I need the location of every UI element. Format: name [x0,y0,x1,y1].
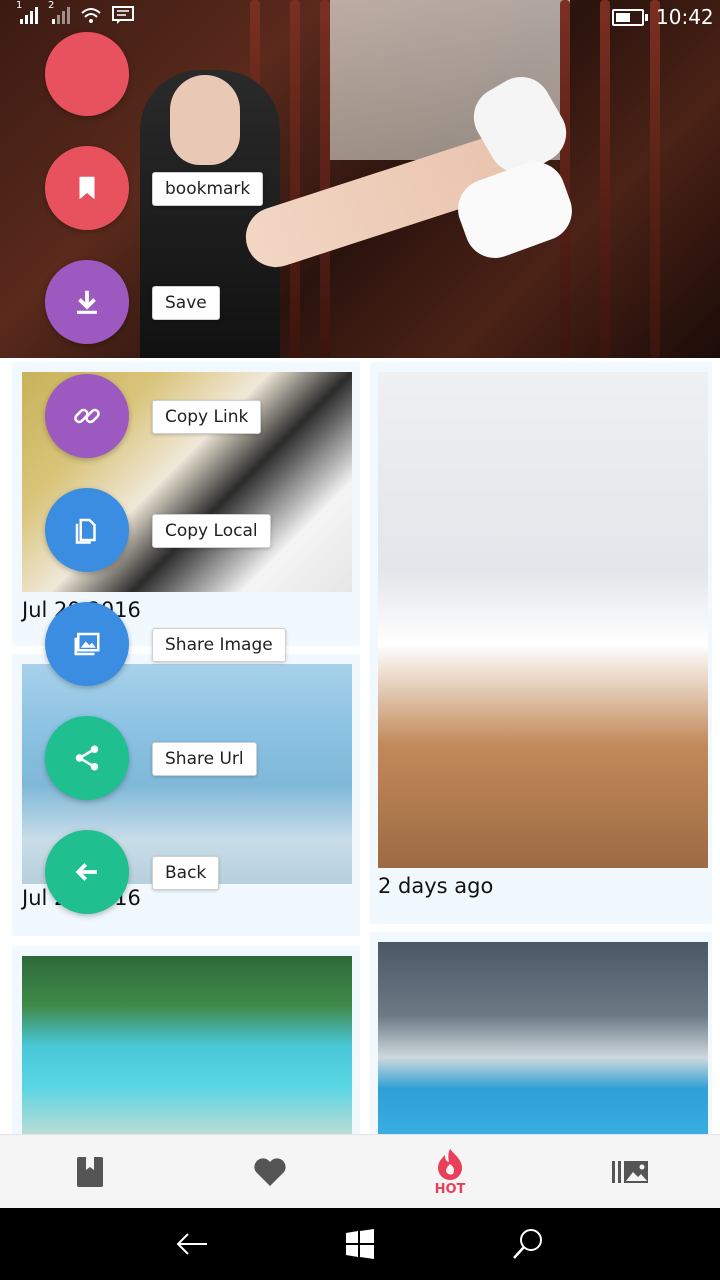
file-icon [75,518,96,544]
system-nav-bar [0,1208,720,1280]
tab-bookmarks[interactable] [0,1135,180,1209]
gallery-thumbnail[interactable] [378,372,708,868]
hero-rail [600,0,610,358]
sim-label-1: 1 [16,0,23,11]
arrow-left-icon [176,1233,207,1255]
gallery-thumbnail[interactable] [22,956,352,1134]
wifi-icon [81,8,101,23]
status-bar: 1 2 10:42 [0,0,720,32]
message-icon [112,6,134,24]
system-back-button[interactable] [172,1226,212,1262]
system-search-button[interactable] [508,1226,548,1262]
hero-rail [290,0,300,358]
signal-strength-1: 1 [16,0,38,24]
save-button[interactable] [45,260,129,344]
share-url-button[interactable] [45,716,129,800]
bookmark-icon [79,176,95,200]
gallery-card[interactable]: 2 days ago [370,362,712,924]
arrow-left-icon [75,863,97,881]
card-date: 2 days ago [378,874,494,898]
copy-link-label: Copy Link [152,400,262,434]
download-icon [77,290,97,314]
library-icon [612,1161,648,1183]
battery-icon [612,9,648,26]
back-label: Back [152,856,220,890]
fire-icon [438,1148,462,1180]
status-time: 10:42 [656,5,714,29]
share-image-label: Share Image [152,628,286,662]
tab-favorites[interactable] [180,1135,360,1209]
gallery-card[interactable] [370,932,712,1134]
sim-label-2: 2 [48,0,55,11]
save-label: Save [152,286,220,320]
signal-strength-2: 2 [48,0,70,24]
copy-local-label: Copy Local [152,514,271,548]
tab-hot[interactable]: HOT [360,1135,540,1209]
bookmark-icon [77,1157,103,1187]
bottom-navigation: HOT [0,1134,720,1209]
gallery-thumbnail[interactable] [378,942,708,1134]
bookmark-button[interactable] [45,146,129,230]
copy-link-button[interactable] [45,374,129,458]
share-icon [75,745,99,771]
tab-library[interactable] [540,1135,720,1209]
back-button[interactable] [45,830,129,914]
hero-rail [320,0,330,358]
system-start-button[interactable] [340,1226,380,1262]
bookmark-label: bookmark [152,172,264,206]
search-icon [513,1229,542,1259]
share-image-button[interactable] [45,602,129,686]
link-icon [74,408,100,424]
windows-icon [346,1229,374,1259]
share-url-label: Share Url [152,742,257,776]
heart-icon [254,1158,286,1186]
fab-menu-button[interactable] [45,32,129,116]
gallery-card[interactable] [12,946,360,1134]
copy-local-button[interactable] [45,488,129,572]
tab-hot-label: HOT [434,1181,466,1197]
hero-rail [650,0,660,358]
image-icon [74,632,100,656]
hero-face [170,75,240,165]
